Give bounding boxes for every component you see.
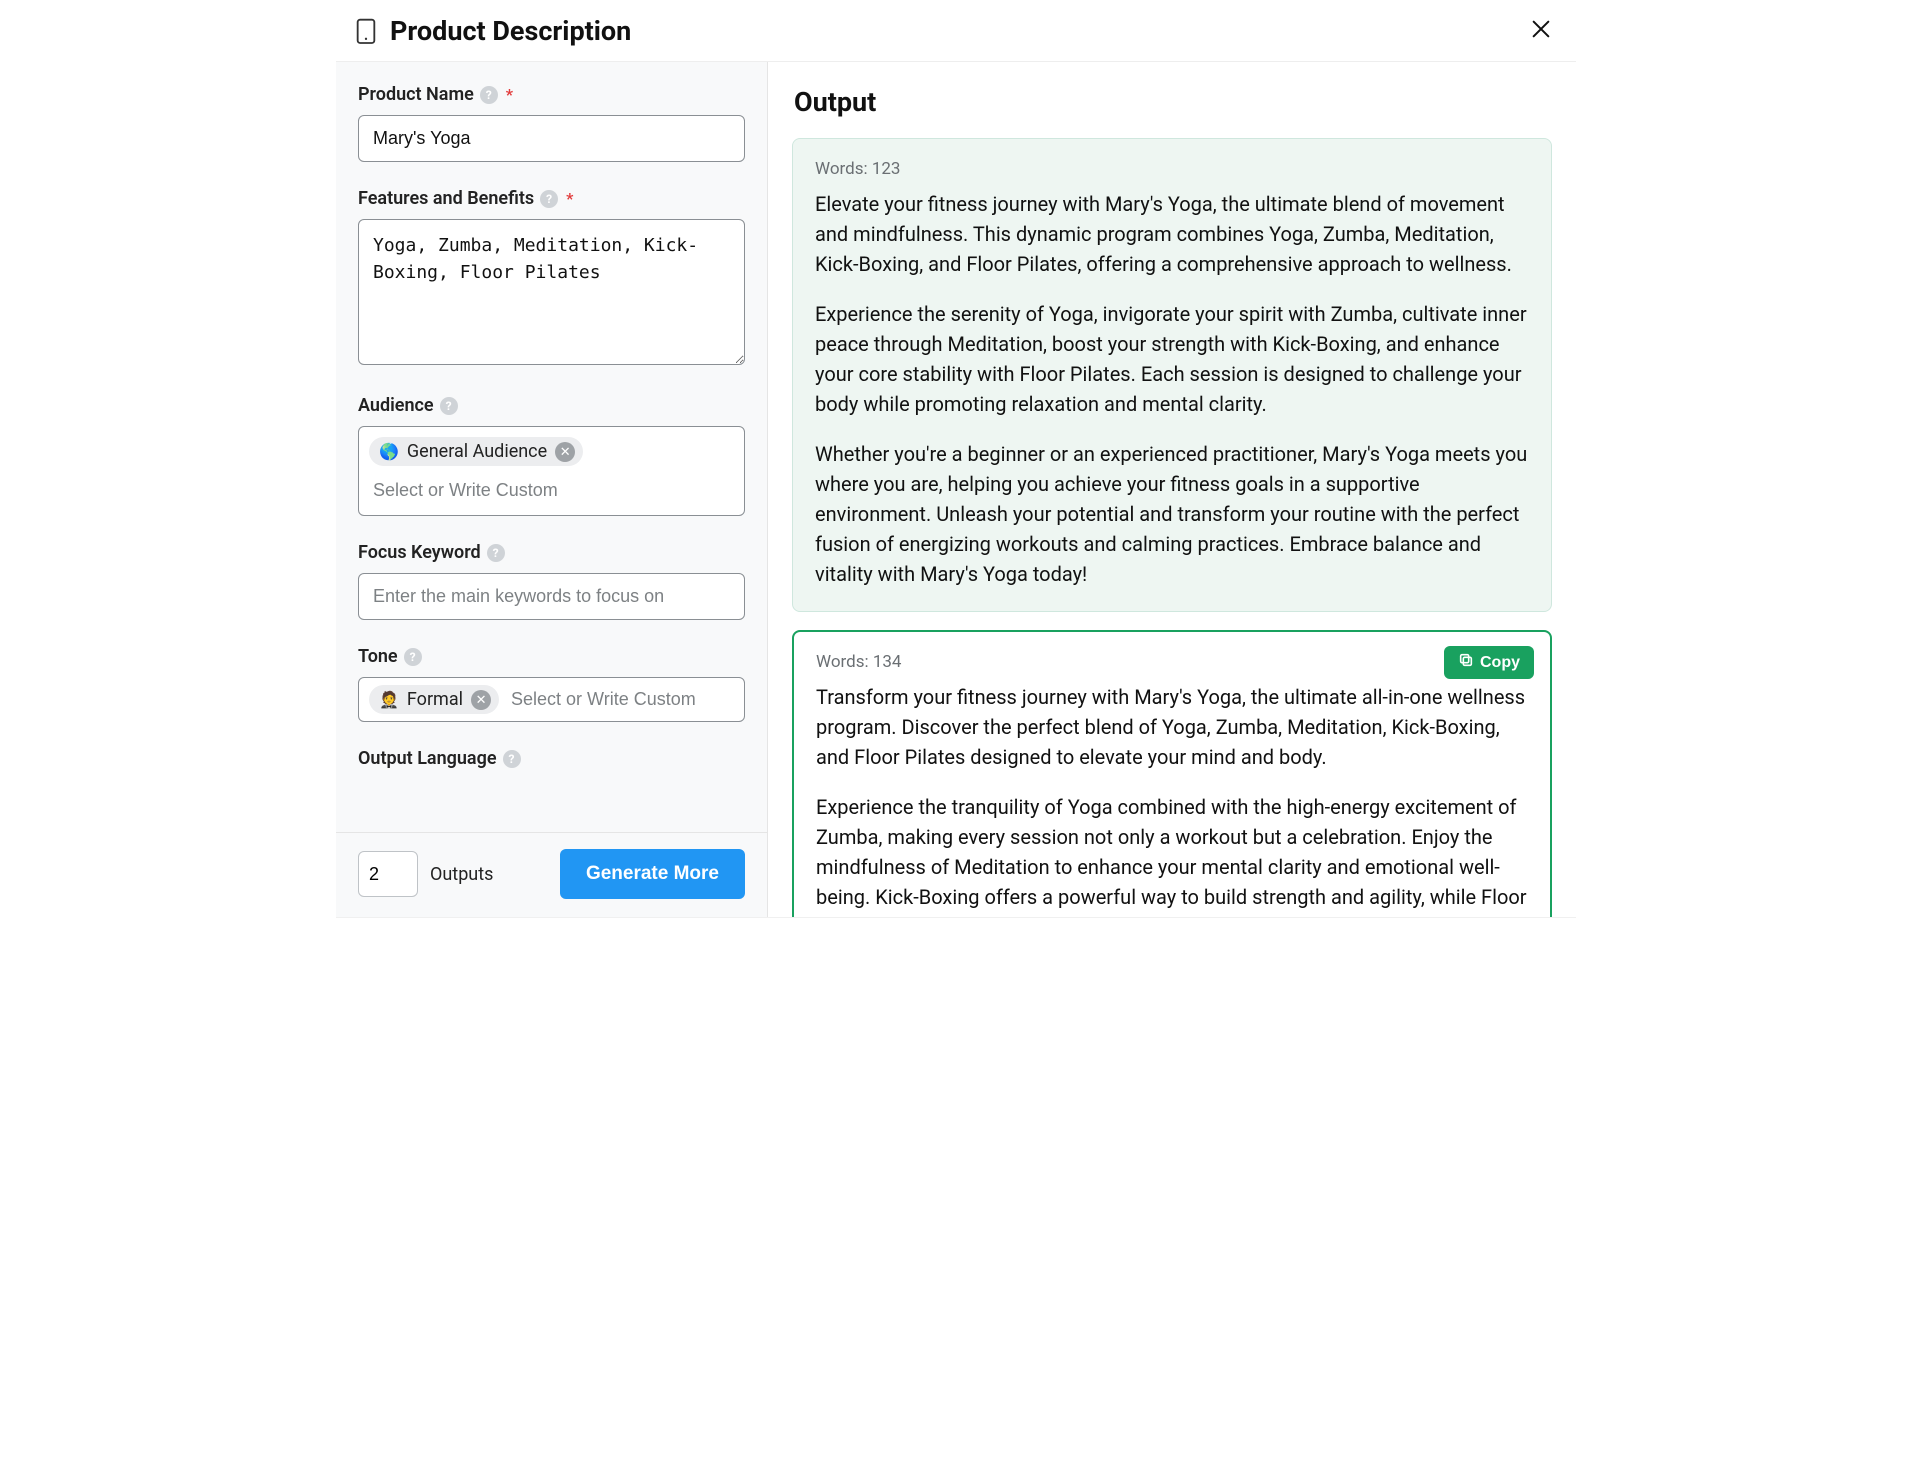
focus-keyword-group: Focus Keyword ? xyxy=(358,542,745,620)
globe-icon: 🌎 xyxy=(379,442,399,461)
product-name-label: Product Name ? * xyxy=(358,84,745,105)
help-icon[interactable]: ? xyxy=(503,750,521,768)
close-icon: ✕ xyxy=(476,692,487,708)
audience-group: Audience ? 🌎 General Audience ✕ xyxy=(358,395,745,516)
app-window: Product Description Product Name ? * xyxy=(336,0,1576,918)
close-icon: ✕ xyxy=(560,444,571,460)
output-paragraph: Experience the tranquility of Yoga combi… xyxy=(816,792,1528,917)
features-group: Features and Benefits ? * Yoga, Zumba, M… xyxy=(358,188,745,369)
outputs-count-label: Outputs xyxy=(430,864,493,885)
help-icon[interactable]: ? xyxy=(487,544,505,562)
copy-button[interactable]: Copy xyxy=(1444,646,1534,679)
document-icon xyxy=(356,18,376,44)
audience-chip-text: General Audience xyxy=(407,441,547,462)
copy-button-label: Copy xyxy=(1480,654,1520,672)
product-name-input[interactable] xyxy=(358,115,745,162)
audience-input[interactable]: 🌎 General Audience ✕ xyxy=(358,426,745,516)
right-panel[interactable]: Output Words: 123 Elevate your fitness j… xyxy=(768,62,1576,917)
label-text: Focus Keyword xyxy=(358,542,481,563)
copy-icon xyxy=(1458,652,1474,673)
output-language-label: Output Language ? xyxy=(358,748,745,769)
tone-chip: 🤵 Formal ✕ xyxy=(369,685,499,714)
person-icon: 🤵 xyxy=(379,690,399,709)
main-area: Product Name ? * Features and Benefits ?… xyxy=(336,62,1576,917)
outputs-count-input[interactable] xyxy=(358,851,418,897)
audience-text-input[interactable] xyxy=(369,474,734,509)
page-title: Product Description xyxy=(390,15,631,47)
tone-label: Tone ? xyxy=(358,646,745,667)
focus-keyword-label: Focus Keyword ? xyxy=(358,542,745,563)
help-icon[interactable]: ? xyxy=(480,86,498,104)
output-text: Transform your fitness journey with Mary… xyxy=(816,682,1528,917)
remove-chip-button[interactable]: ✕ xyxy=(471,690,491,710)
label-text: Audience xyxy=(358,395,434,416)
output-title: Output xyxy=(794,86,1552,118)
output-language-group: Output Language ? xyxy=(358,748,745,769)
output-paragraph: Whether you're a beginner or an experien… xyxy=(815,439,1529,589)
generate-more-button[interactable]: Generate More xyxy=(560,849,745,899)
output-text: Elevate your fitness journey with Mary's… xyxy=(815,189,1529,589)
output-card[interactable]: Copy Words: 134 Transform your fitness j… xyxy=(792,630,1552,917)
product-name-group: Product Name ? * xyxy=(358,84,745,162)
bottom-bar: Outputs Generate More xyxy=(336,832,767,917)
output-paragraph: Elevate your fitness journey with Mary's… xyxy=(815,189,1529,279)
left-scroll[interactable]: Product Name ? * Features and Benefits ?… xyxy=(336,62,767,832)
label-text: Output Language xyxy=(358,748,497,769)
output-card[interactable]: Words: 123 Elevate your fitness journey … xyxy=(792,138,1552,612)
output-paragraph: Experience the serenity of Yoga, invigor… xyxy=(815,299,1529,419)
topbar: Product Description xyxy=(336,0,1576,62)
features-textarea[interactable]: Yoga, Zumba, Meditation, Kick-Boxing, Fl… xyxy=(358,219,745,365)
remove-chip-button[interactable]: ✕ xyxy=(555,442,575,462)
required-indicator: * xyxy=(566,189,573,208)
output-paragraph: Transform your fitness journey with Mary… xyxy=(816,682,1528,772)
audience-chip: 🌎 General Audience ✕ xyxy=(369,437,583,466)
left-panel: Product Name ? * Features and Benefits ?… xyxy=(336,62,768,917)
tone-chip-text: Formal xyxy=(407,689,463,710)
features-label: Features and Benefits ? * xyxy=(358,188,745,209)
outputs-count-group: Outputs xyxy=(358,851,493,897)
label-text: Features and Benefits xyxy=(358,188,534,209)
label-text: Tone xyxy=(358,646,398,667)
close-icon xyxy=(1530,28,1552,43)
required-indicator: * xyxy=(506,85,513,104)
word-count: Words: 123 xyxy=(815,159,1529,179)
word-count: Words: 134 xyxy=(816,652,1528,672)
close-button[interactable] xyxy=(1526,14,1556,47)
tone-group: Tone ? 🤵 Formal ✕ xyxy=(358,646,745,722)
label-text: Product Name xyxy=(358,84,474,105)
topbar-left: Product Description xyxy=(356,15,631,47)
help-icon[interactable]: ? xyxy=(440,397,458,415)
help-icon[interactable]: ? xyxy=(540,190,558,208)
audience-label: Audience ? xyxy=(358,395,745,416)
tone-text-input[interactable] xyxy=(509,685,745,714)
tone-input[interactable]: 🤵 Formal ✕ xyxy=(358,677,745,722)
focus-keyword-input[interactable] xyxy=(358,573,745,620)
help-icon[interactable]: ? xyxy=(404,648,422,666)
